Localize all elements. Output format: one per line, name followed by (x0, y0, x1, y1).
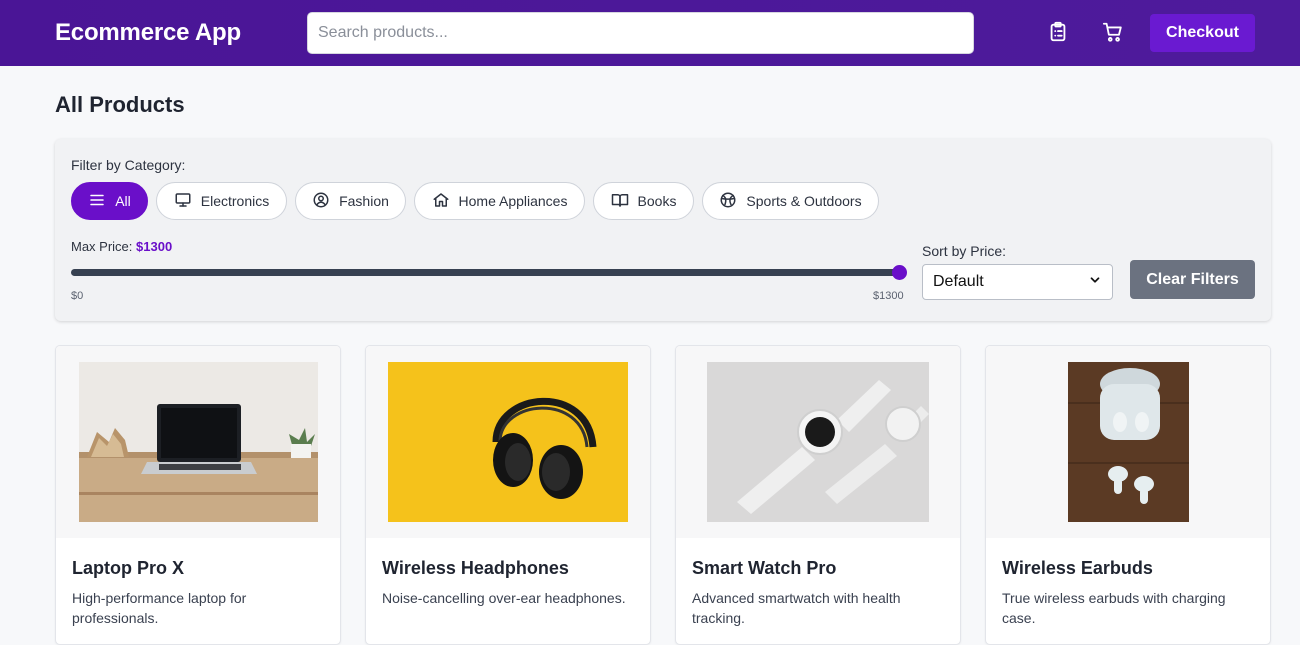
checkout-button[interactable]: Checkout (1150, 14, 1255, 52)
price-slider-thumb[interactable] (892, 265, 907, 280)
category-filter-label: Filter by Category: (71, 157, 186, 173)
smartwatch-photo (707, 362, 929, 522)
price-range-min: $0 (71, 290, 84, 302)
product-description: True wireless earbuds with charging case… (1002, 590, 1226, 626)
category-chip-label: Fashion (339, 193, 389, 209)
search-input[interactable] (307, 12, 974, 54)
sort-selected-value: Default (933, 273, 984, 290)
max-price-value: $1300 (136, 239, 173, 254)
page-title: All Products (55, 92, 185, 117)
product-card-earbuds[interactable]: Wireless Earbuds True wireless earbuds w… (985, 345, 1271, 645)
product-description: Advanced smartwatch with health tracking… (692, 590, 901, 626)
category-chip-sports-outdoors[interactable]: Sports & Outdoors (702, 182, 879, 220)
category-chip-label: Sports & Outdoors (746, 193, 862, 209)
category-chip-fashion[interactable]: Fashion (295, 182, 406, 220)
category-chip-label: Electronics (200, 193, 270, 209)
product-name: Wireless Earbuds (1002, 558, 1153, 578)
shopping-cart-icon[interactable] (1102, 21, 1124, 43)
product-name: Laptop Pro X (72, 558, 184, 578)
category-chip-books[interactable]: Books (593, 182, 694, 220)
product-description: High-performance laptop for professional… (72, 590, 247, 626)
category-chip-home-appliances[interactable]: Home Appliances (414, 182, 585, 220)
product-image-area (366, 346, 650, 538)
price-range-max: $1300 (873, 290, 904, 302)
max-price-text: Max Price: (71, 239, 133, 254)
category-chip-label: Home Appliances (458, 193, 568, 209)
laptop-photo (79, 362, 318, 522)
product-card-headphones[interactable]: Wireless Headphones Noise-cancelling ove… (365, 345, 651, 645)
product-card-laptop[interactable]: Laptop Pro X High-performance laptop for… (55, 345, 341, 645)
sort-select[interactable]: Default (922, 264, 1113, 300)
product-card-smartwatch[interactable]: Smart Watch Pro Advanced smartwatch with… (675, 345, 961, 645)
globe-ball-icon (719, 191, 737, 212)
clipboard-list-icon[interactable] (1047, 21, 1069, 43)
home-icon (432, 191, 450, 212)
earbuds-photo (1068, 362, 1189, 522)
user-circle-icon (312, 191, 330, 212)
monitor-icon (174, 191, 192, 212)
top-navbar: Ecommerce App Checkout (0, 0, 1300, 66)
product-name: Wireless Headphones (382, 558, 569, 578)
product-name: Smart Watch Pro (692, 558, 837, 578)
product-image-area (676, 346, 960, 538)
category-chip-label: All (115, 193, 131, 209)
price-slider[interactable] (71, 265, 907, 280)
product-description: Noise-cancelling over-ear headphones. (382, 590, 626, 606)
category-chip-label: Books (637, 193, 677, 209)
category-chip-electronics[interactable]: Electronics (156, 182, 287, 220)
product-image-area (986, 346, 1270, 538)
chevron-down-icon (1088, 273, 1102, 292)
product-image-area (56, 346, 340, 538)
menu-icon (88, 191, 106, 212)
book-open-icon (611, 191, 629, 212)
category-chip-all[interactable]: All (71, 182, 148, 220)
max-price-label: Max Price: $1300 (71, 239, 172, 254)
app-brand[interactable]: Ecommerce App (55, 19, 241, 47)
headphones-photo (388, 362, 628, 522)
sort-label: Sort by Price: (922, 243, 1007, 259)
clear-filters-button[interactable]: Clear Filters (1130, 260, 1255, 299)
filter-panel: Filter by Category: All Electronics Fash… (55, 139, 1271, 321)
